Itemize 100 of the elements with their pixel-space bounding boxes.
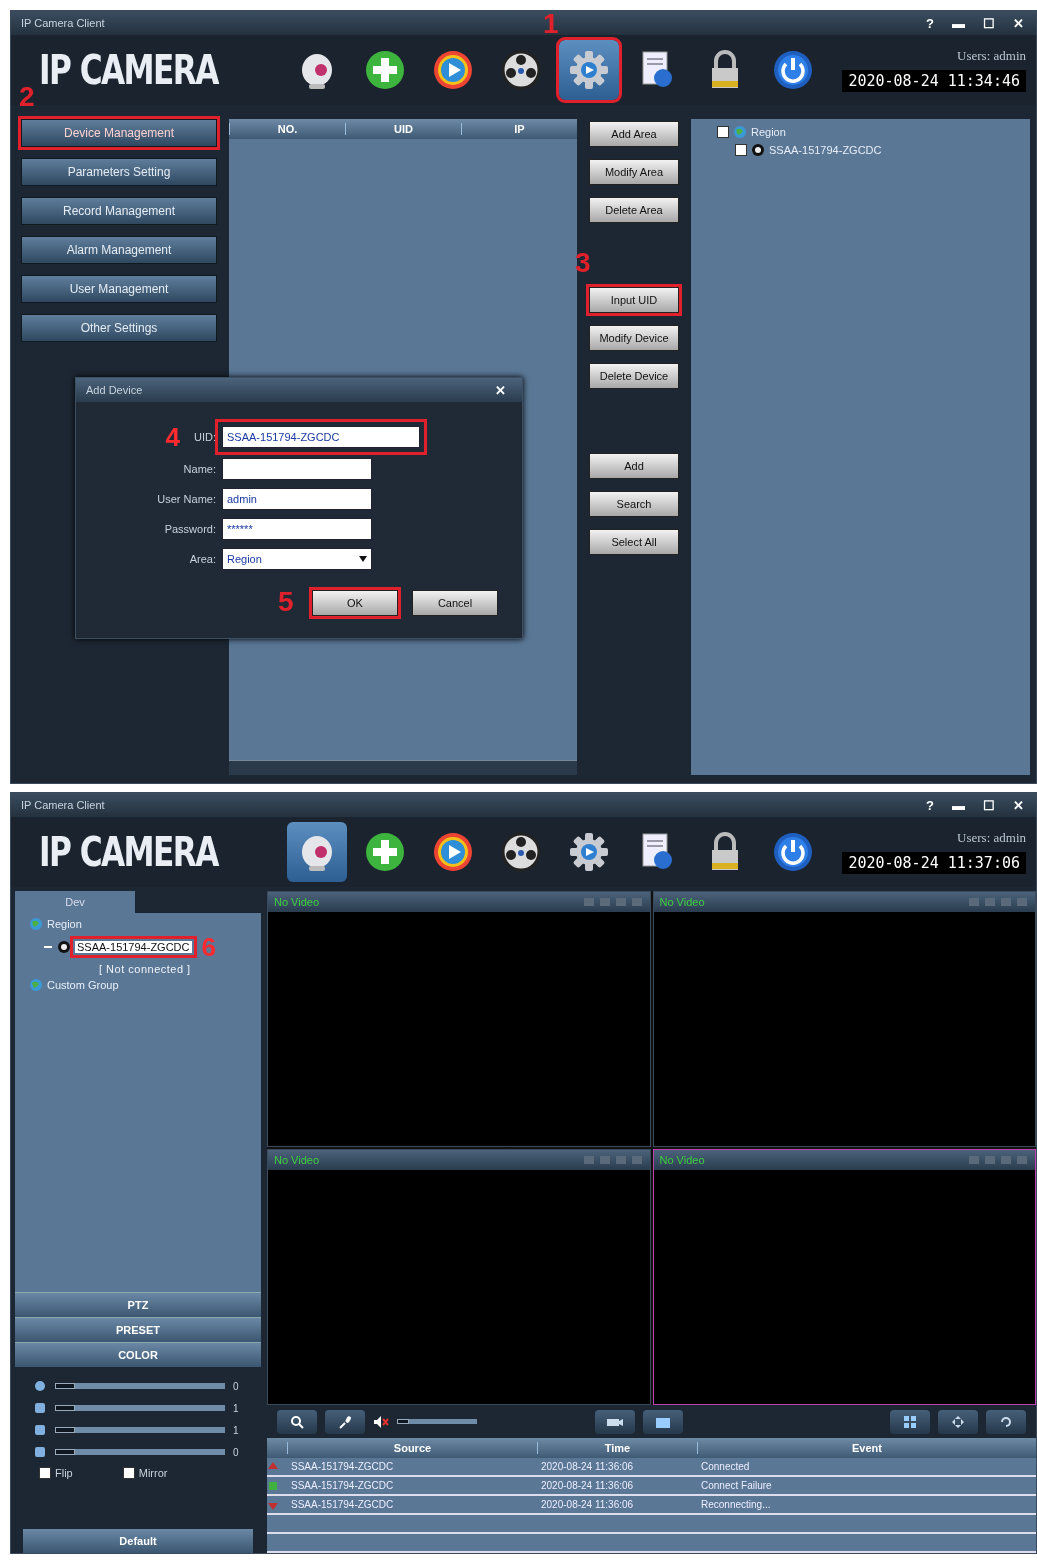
table-cell-text: 2020-08-24 11:36:06 [540, 1499, 635, 1510]
action-button[interactable]: Search [589, 491, 679, 517]
slider-thumb[interactable] [55, 1383, 76, 1389]
slider-value: 0 [233, 1446, 240, 1458]
zoom-button[interactable] [277, 1409, 317, 1434]
video-pane[interactable]: No Video [652, 1149, 1036, 1406]
volume-thumb[interactable] [397, 1419, 409, 1424]
input-field[interactable]: ****** [222, 518, 372, 540]
menu-button[interactable]: Device Management [21, 119, 217, 147]
caret-icon [359, 556, 367, 562]
input-field[interactable] [222, 458, 372, 480]
tree-item[interactable]: Region [751, 126, 786, 138]
panel-header[interactable]: COLOR [15, 1342, 261, 1367]
video-pane[interactable]: No Video [652, 891, 1036, 1147]
film-reel-icon [499, 830, 543, 874]
scrollbar[interactable] [229, 760, 577, 775]
video-status: No Video [659, 896, 705, 908]
window-control[interactable]: ☐ [977, 15, 1001, 31]
tree-checkbox[interactable] [717, 126, 729, 138]
device-tab[interactable]: Dev [15, 891, 135, 913]
panel-header[interactable]: PRESET [15, 1317, 261, 1342]
input-field[interactable]: admin [222, 488, 372, 510]
rotate-button[interactable] [986, 1409, 1026, 1434]
action-button[interactable]: Add [589, 453, 679, 479]
slider-track[interactable] [55, 1405, 225, 1411]
pane-tools-icon [583, 897, 644, 907]
window-control[interactable]: ? [920, 15, 940, 31]
action-button[interactable]: Input UID [589, 287, 679, 313]
slider-track[interactable] [55, 1427, 225, 1433]
slider-thumb[interactable] [55, 1405, 76, 1411]
tree-item[interactable]: Custom Group [47, 979, 119, 991]
checkbox-label: Mirror [138, 1467, 168, 1479]
field-label: Name: [183, 463, 216, 475]
column-header[interactable]: UID [345, 123, 461, 135]
slider-thumb[interactable] [55, 1427, 76, 1433]
action-button[interactable]: Delete Area [589, 197, 679, 223]
table-cell-text: SSAA-151794-ZGCDC [290, 1461, 395, 1472]
settings-icon [567, 48, 611, 92]
globe-icon [733, 125, 747, 139]
tree-checkbox[interactable] [735, 144, 747, 156]
dialog-button[interactable]: Cancel [412, 590, 498, 616]
action-button[interactable]: Modify Area [589, 159, 679, 185]
record-button[interactable] [595, 1409, 635, 1434]
column-header[interactable]: IP [461, 123, 577, 135]
volume-track[interactable] [397, 1419, 477, 1424]
user-label: Users: admin [957, 830, 1026, 846]
checkbox[interactable] [122, 1467, 135, 1479]
muted-speaker-icon[interactable] [373, 1414, 389, 1429]
clock: 2020-08-24 11:37:06 [842, 852, 1026, 874]
logo: IP CAMERA [39, 829, 219, 875]
table-cell-text: Connect Failure [700, 1480, 773, 1491]
checkbox[interactable] [39, 1467, 51, 1479]
window-control[interactable]: ☐ [977, 797, 1001, 813]
action-button[interactable]: Add Area [589, 121, 679, 147]
column-header[interactable]: Source [287, 1442, 537, 1454]
window-title: IP Camera Client [21, 17, 105, 29]
menu-button[interactable]: User Management [21, 275, 217, 303]
menu-button[interactable]: Record Management [21, 197, 217, 225]
window-control[interactable]: ▬ [946, 15, 971, 31]
play-icon [431, 830, 475, 874]
column-header[interactable]: Event [697, 1442, 1036, 1454]
menu-button[interactable]: Other Settings [21, 314, 217, 342]
slider-value: 0 [233, 1380, 240, 1392]
action-button[interactable]: Delete Device [589, 363, 679, 389]
column-header[interactable]: NO. [229, 123, 345, 135]
window-control[interactable]: ▬ [946, 797, 971, 813]
microphone-button[interactable] [325, 1409, 365, 1434]
tree-item[interactable]: SSAA-151794-ZGCDC [769, 144, 882, 156]
action-button[interactable]: Select All [589, 529, 679, 555]
menu-button[interactable]: Parameters Setting [21, 158, 217, 186]
video-pane[interactable]: No Video [267, 891, 651, 1147]
action-button[interactable]: Modify Device [589, 325, 679, 351]
video-pane[interactable]: No Video [267, 1149, 651, 1406]
area-dropdown[interactable]: Region [222, 548, 372, 570]
column-header[interactable]: Time [537, 1442, 697, 1454]
power-icon [771, 48, 815, 92]
snapshot-button[interactable] [643, 1409, 683, 1434]
slider-track[interactable] [55, 1449, 225, 1455]
default-button[interactable]: Default [23, 1529, 253, 1553]
pane-tools-icon [583, 1155, 644, 1165]
pane-tools-icon [969, 897, 1029, 907]
globe-icon [29, 917, 43, 931]
dialog-button[interactable]: OK [312, 590, 398, 616]
panel-header[interactable]: PTZ [15, 1292, 261, 1317]
slider-track[interactable] [55, 1383, 225, 1389]
plus-icon [363, 830, 407, 874]
logo: IP CAMERA [39, 47, 219, 93]
window-control[interactable]: ✕ [1007, 15, 1030, 31]
window-control[interactable]: ? [920, 797, 940, 813]
close-button[interactable]: ✕ [489, 382, 512, 398]
menu-button[interactable]: Alarm Management [21, 236, 217, 264]
fullscreen-button[interactable] [938, 1409, 978, 1434]
table-cell-text: Connected [700, 1461, 751, 1472]
slider-value: 1 [233, 1402, 240, 1414]
tree-item[interactable]: Region [47, 918, 82, 930]
window-title: IP Camera Client [21, 799, 105, 811]
window-control[interactable]: ✕ [1007, 797, 1030, 813]
video-status: No Video [274, 1154, 320, 1166]
slider-thumb[interactable] [55, 1449, 76, 1455]
layout-button[interactable] [890, 1409, 930, 1434]
